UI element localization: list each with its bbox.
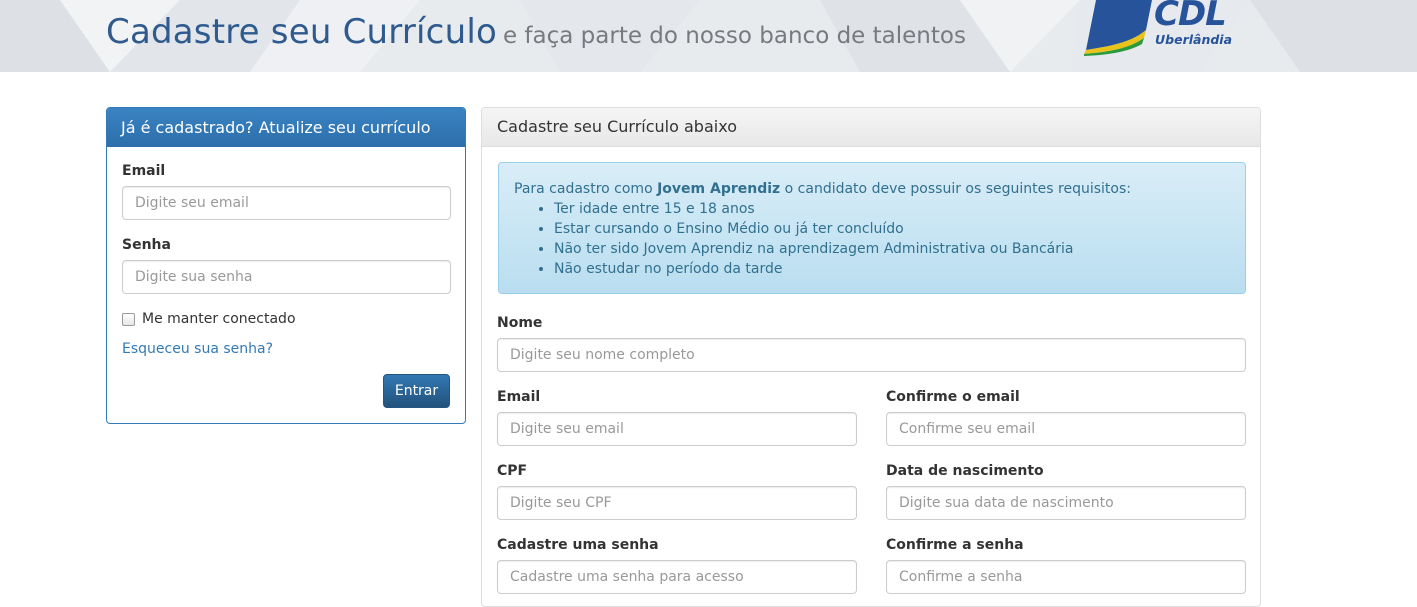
login-password-input[interactable] [122,260,451,294]
login-password-label: Senha [122,237,171,253]
birth-date-input[interactable] [886,486,1246,520]
page-subtitle: e faça parte do nosso banco de talentos [502,23,966,49]
logo-flag-icon [1084,0,1152,56]
logo-text: CDL [1154,0,1227,34]
password-confirm-label: Confirme a senha [886,537,1024,553]
email-label: Email [497,389,541,405]
header-title: Cadastre seu Currículo e faça parte do no… [106,12,966,52]
login-panel: Já é cadastrado? Atualize seu currículo … [106,107,466,424]
page-title: Cadastre seu Currículo [106,12,497,52]
requirement-item: Estar cursando o Ensino Médio ou já ter … [554,219,1230,239]
page-header: Cadastre seu Currículo e faça parte do no… [0,0,1417,72]
remember-me-checkbox[interactable] [122,313,135,326]
login-panel-heading: Já é cadastrado? Atualize seu currículo [107,108,465,147]
name-label: Nome [497,315,543,331]
register-panel-heading: Cadastre seu Currículo abaixo [482,108,1260,147]
register-password-label: Cadastre uma senha [497,537,659,553]
cpf-input[interactable] [497,486,857,520]
requirement-item: Não estudar no período da tarde [554,259,1230,279]
login-email-input[interactable] [122,186,451,220]
cdl-logo[interactable]: CDL Uberlândia [1082,0,1232,56]
forgot-password-link[interactable]: Esqueceu sua senha? [122,341,273,357]
name-input[interactable] [497,338,1246,372]
remember-me-label[interactable]: Me manter conectado [142,311,296,327]
requirement-item: Ter idade entre 15 e 18 anos [554,199,1230,219]
notice-highlight: Jovem Aprendiz [657,181,781,197]
birth-date-label: Data de nascimento [886,463,1044,479]
login-email-label: Email [122,163,166,179]
password-confirm-input[interactable] [886,560,1246,594]
email-input[interactable] [497,412,857,446]
requirements-list: Ter idade entre 15 e 18 anos Estar cursa… [554,199,1230,279]
login-submit-button[interactable]: Entrar [383,374,450,408]
jovem-aprendiz-notice: Para cadastro como Jovem Aprendiz o cand… [498,162,1246,294]
notice-intro: Para cadastro como Jovem Aprendiz o cand… [514,181,1131,197]
register-panel: Cadastre seu Currículo abaixo Para cadas… [481,107,1261,607]
register-password-input[interactable] [497,560,857,594]
email-confirm-input[interactable] [886,412,1246,446]
email-confirm-label: Confirme o email [886,389,1020,405]
cpf-label: CPF [497,463,528,479]
requirement-item: Não ter sido Jovem Aprendiz na aprendiza… [554,239,1230,259]
logo-city: Uberlândia [1155,32,1233,47]
